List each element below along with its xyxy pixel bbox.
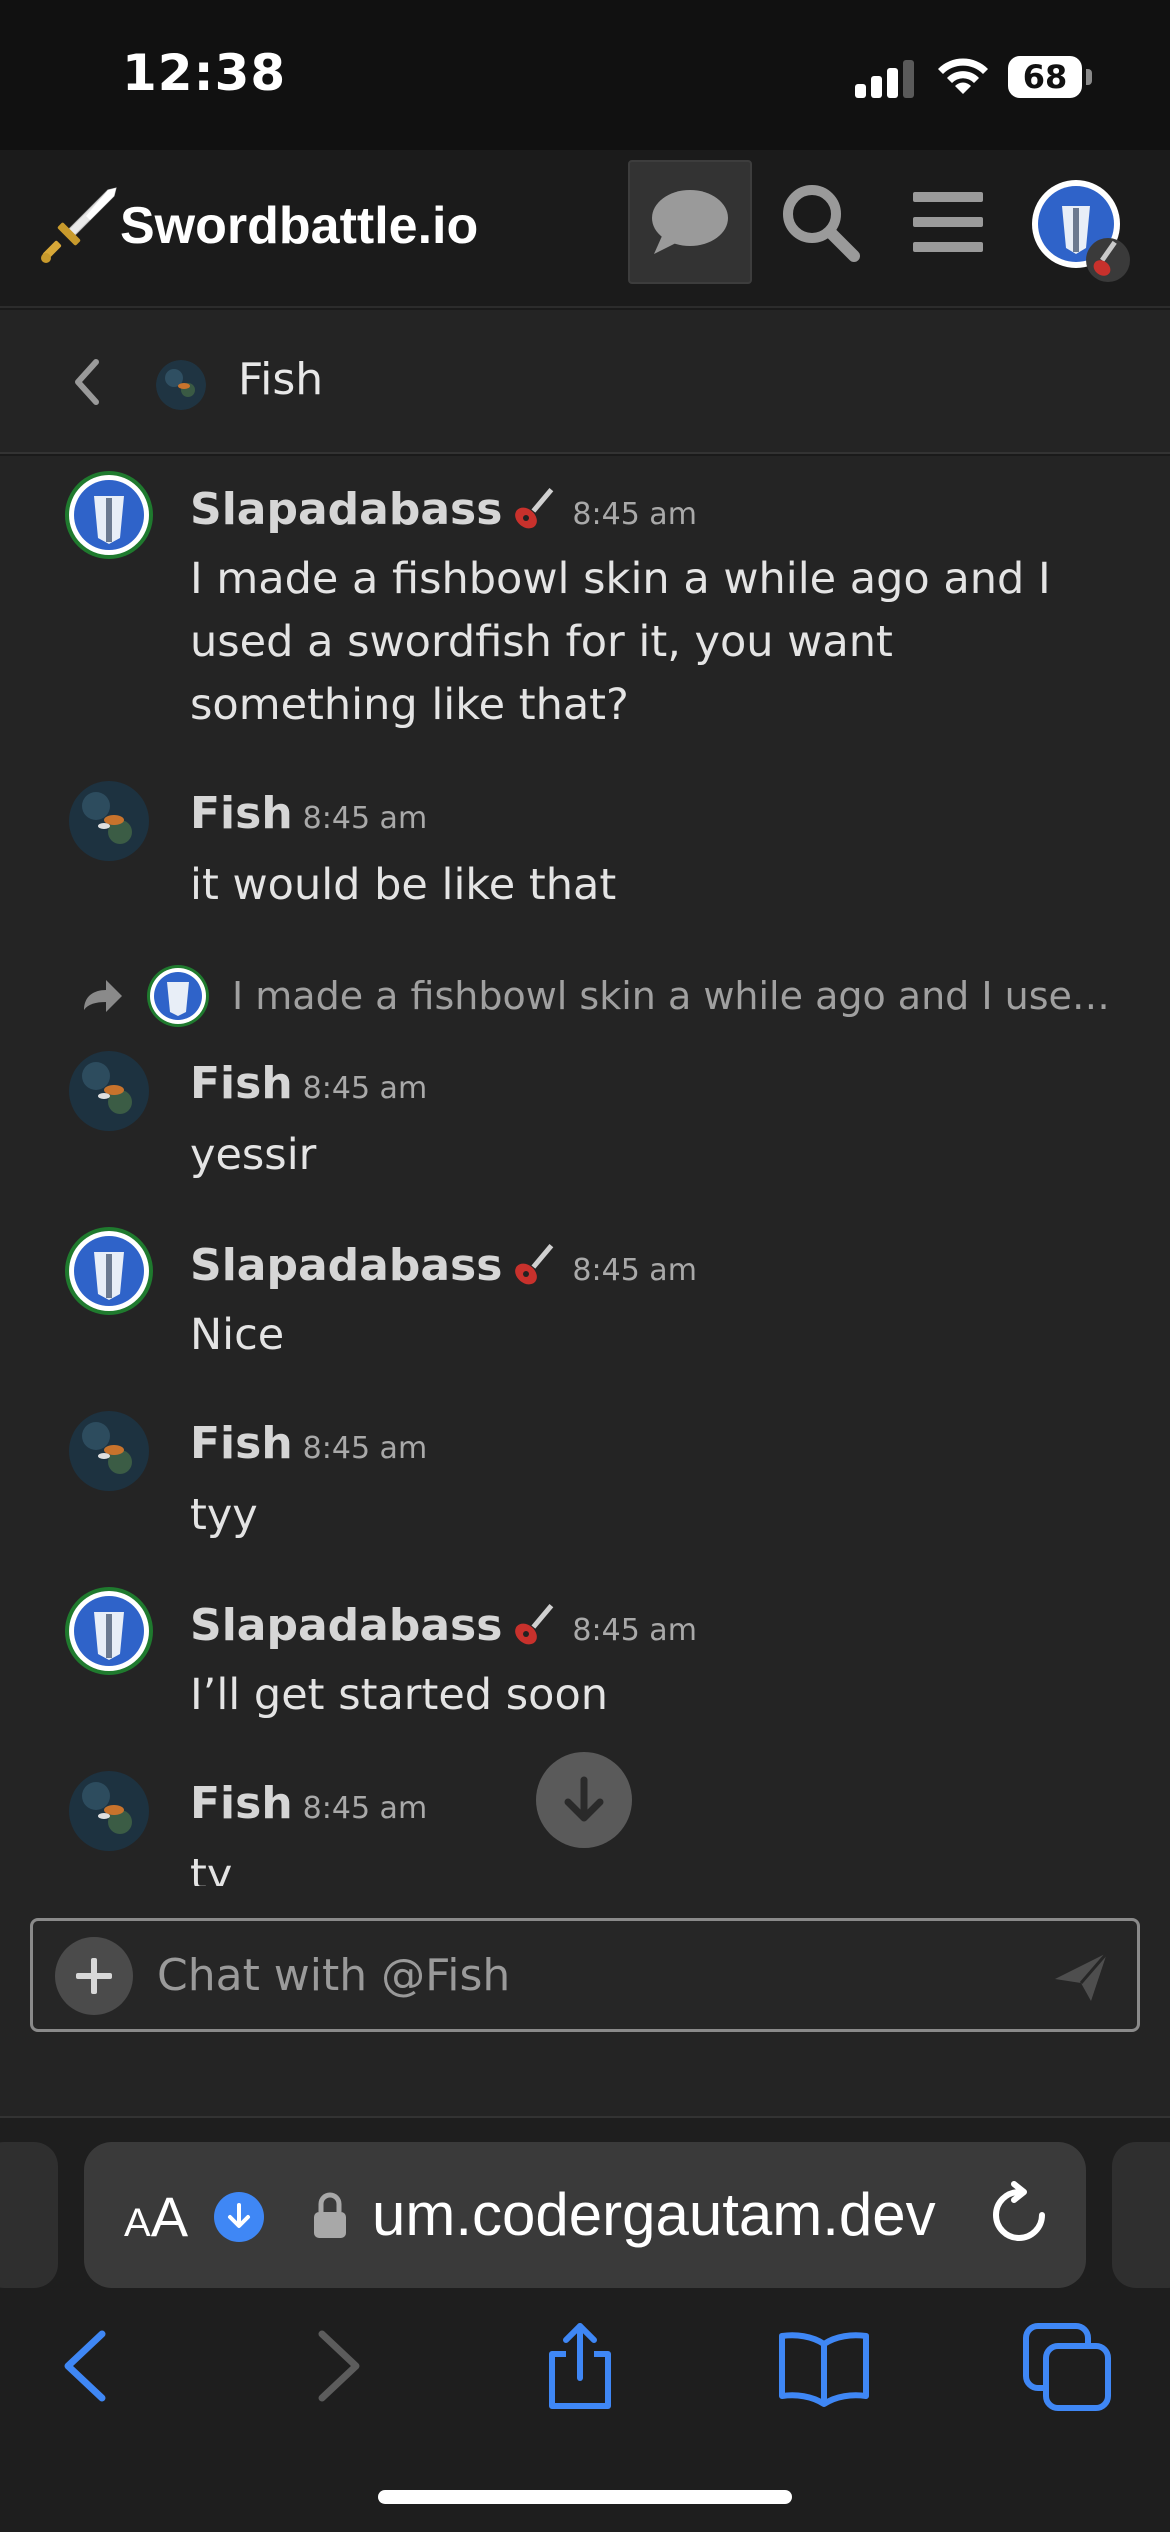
wifi-icon <box>938 58 988 94</box>
menu-button[interactable] <box>886 160 1010 284</box>
message-time: 8:45 am <box>302 1791 428 1826</box>
chat-messages[interactable]: Slapadabass 8:45 am I made a fishbowl ski… <box>0 456 1170 1886</box>
home-indicator[interactable] <box>378 2490 792 2504</box>
message-time: 8:45 am <box>302 1071 428 1106</box>
slapadabass-avatar[interactable] <box>64 1586 154 1676</box>
message-author[interactable]: Fish <box>190 1058 293 1109</box>
back-chevron-icon[interactable] <box>66 354 110 410</box>
signal-icon <box>855 58 915 98</box>
fish-avatar <box>156 360 206 410</box>
bookmarks-icon[interactable] <box>776 2318 872 2414</box>
composer <box>30 1918 1140 2032</box>
lock-icon <box>314 2192 346 2238</box>
fish-avatar[interactable] <box>64 1406 154 1496</box>
composer-area <box>0 1886 1170 2118</box>
url-text[interactable]: um.codergautam.dev <box>372 2180 936 2249</box>
next-tab-preview[interactable] <box>1112 2142 1170 2288</box>
aa-small-label: A <box>124 2201 151 2245</box>
fish-avatar[interactable] <box>64 1766 154 1856</box>
message-text: it would be like that <box>190 860 617 910</box>
reply-arrow-icon <box>84 980 122 1012</box>
fish-avatar[interactable] <box>64 776 154 866</box>
channel-title: Fish <box>238 354 324 405</box>
channel-bar: Fish <box>0 310 1170 454</box>
message-author[interactable]: Fish <box>190 1418 293 1469</box>
slapadabass-avatar[interactable] <box>64 470 154 560</box>
message-text: I made a fishbowl skin a while ago and I… <box>190 554 1051 730</box>
reader-settings-button[interactable]: AA <box>124 2184 188 2249</box>
tabs-icon[interactable] <box>1020 2318 1116 2414</box>
message-text: yessir <box>190 1130 317 1180</box>
chat-input[interactable] <box>157 1943 1037 2007</box>
message-author[interactable]: Slapadabass <box>190 1600 502 1651</box>
arrow-down-icon <box>564 1776 604 1822</box>
add-attachment-button[interactable] <box>55 1937 133 2015</box>
message-time: 8:45 am <box>572 1613 697 1648</box>
slapadabass-avatar[interactable] <box>64 1226 154 1316</box>
chat-icon <box>652 190 728 254</box>
site-logo[interactable]: Swordbattle.io <box>36 176 478 276</box>
message-author[interactable]: Fish <box>190 1778 293 1829</box>
sword-icon <box>41 187 117 263</box>
battery-icon: 68 <box>1008 56 1092 98</box>
battery-percent: 68 <box>1022 58 1068 96</box>
fish-avatar[interactable] <box>64 1046 154 1136</box>
reply-reference[interactable]: I made a fishbowl skin a while ago and I… <box>80 964 1120 1028</box>
guitar-icon <box>515 487 554 529</box>
share-icon[interactable] <box>532 2318 628 2414</box>
message-text: tyy <box>190 1490 258 1540</box>
aa-big-label: A <box>150 2185 189 2248</box>
message-text: ty <box>190 1850 233 1886</box>
message-time: 8:45 am <box>572 497 697 532</box>
send-icon[interactable] <box>1051 1949 1111 2005</box>
scroll-to-bottom-button[interactable] <box>536 1752 632 1848</box>
user-avatar[interactable] <box>1030 178 1130 282</box>
chat-button[interactable] <box>628 160 752 284</box>
search-icon <box>783 185 860 262</box>
message-time: 8:45 am <box>302 1431 428 1466</box>
download-icon[interactable] <box>214 2192 264 2242</box>
message-author[interactable]: Fish <box>190 788 293 839</box>
message-text: Nice <box>190 1310 285 1360</box>
guitar-icon <box>515 1243 554 1285</box>
plus-icon <box>76 1958 112 1994</box>
forum-header: Swordbattle.io <box>0 150 1170 308</box>
address-bar[interactable]: AA um.codergautam.dev <box>84 2142 1086 2288</box>
previous-tab-preview[interactable] <box>0 2142 58 2288</box>
status-bar: 12:38 68 <box>0 0 1170 150</box>
search-button[interactable] <box>758 160 882 284</box>
reply-preview-text: I made a fishbowl skin a while ago and I… <box>232 974 1112 1018</box>
back-icon[interactable] <box>38 2318 134 2414</box>
guitar-icon <box>515 1603 554 1645</box>
message-time: 8:45 am <box>572 1253 697 1288</box>
status-time: 12:38 <box>122 44 287 102</box>
message-author[interactable]: Slapadabass <box>190 1240 502 1291</box>
slapadabass-mini-avatar <box>147 965 209 1027</box>
hamburger-menu-icon <box>913 192 983 252</box>
message-time: 8:45 am <box>302 801 428 836</box>
message-text: I’ll get started soon <box>190 1670 609 1720</box>
reload-icon[interactable] <box>984 2180 1054 2250</box>
forward-icon[interactable] <box>290 2318 386 2414</box>
message-author[interactable]: Slapadabass <box>190 484 502 535</box>
browser-chrome: AA um.codergautam.dev <box>0 2118 1170 2532</box>
brand-name: Swordbattle.io <box>120 197 479 255</box>
